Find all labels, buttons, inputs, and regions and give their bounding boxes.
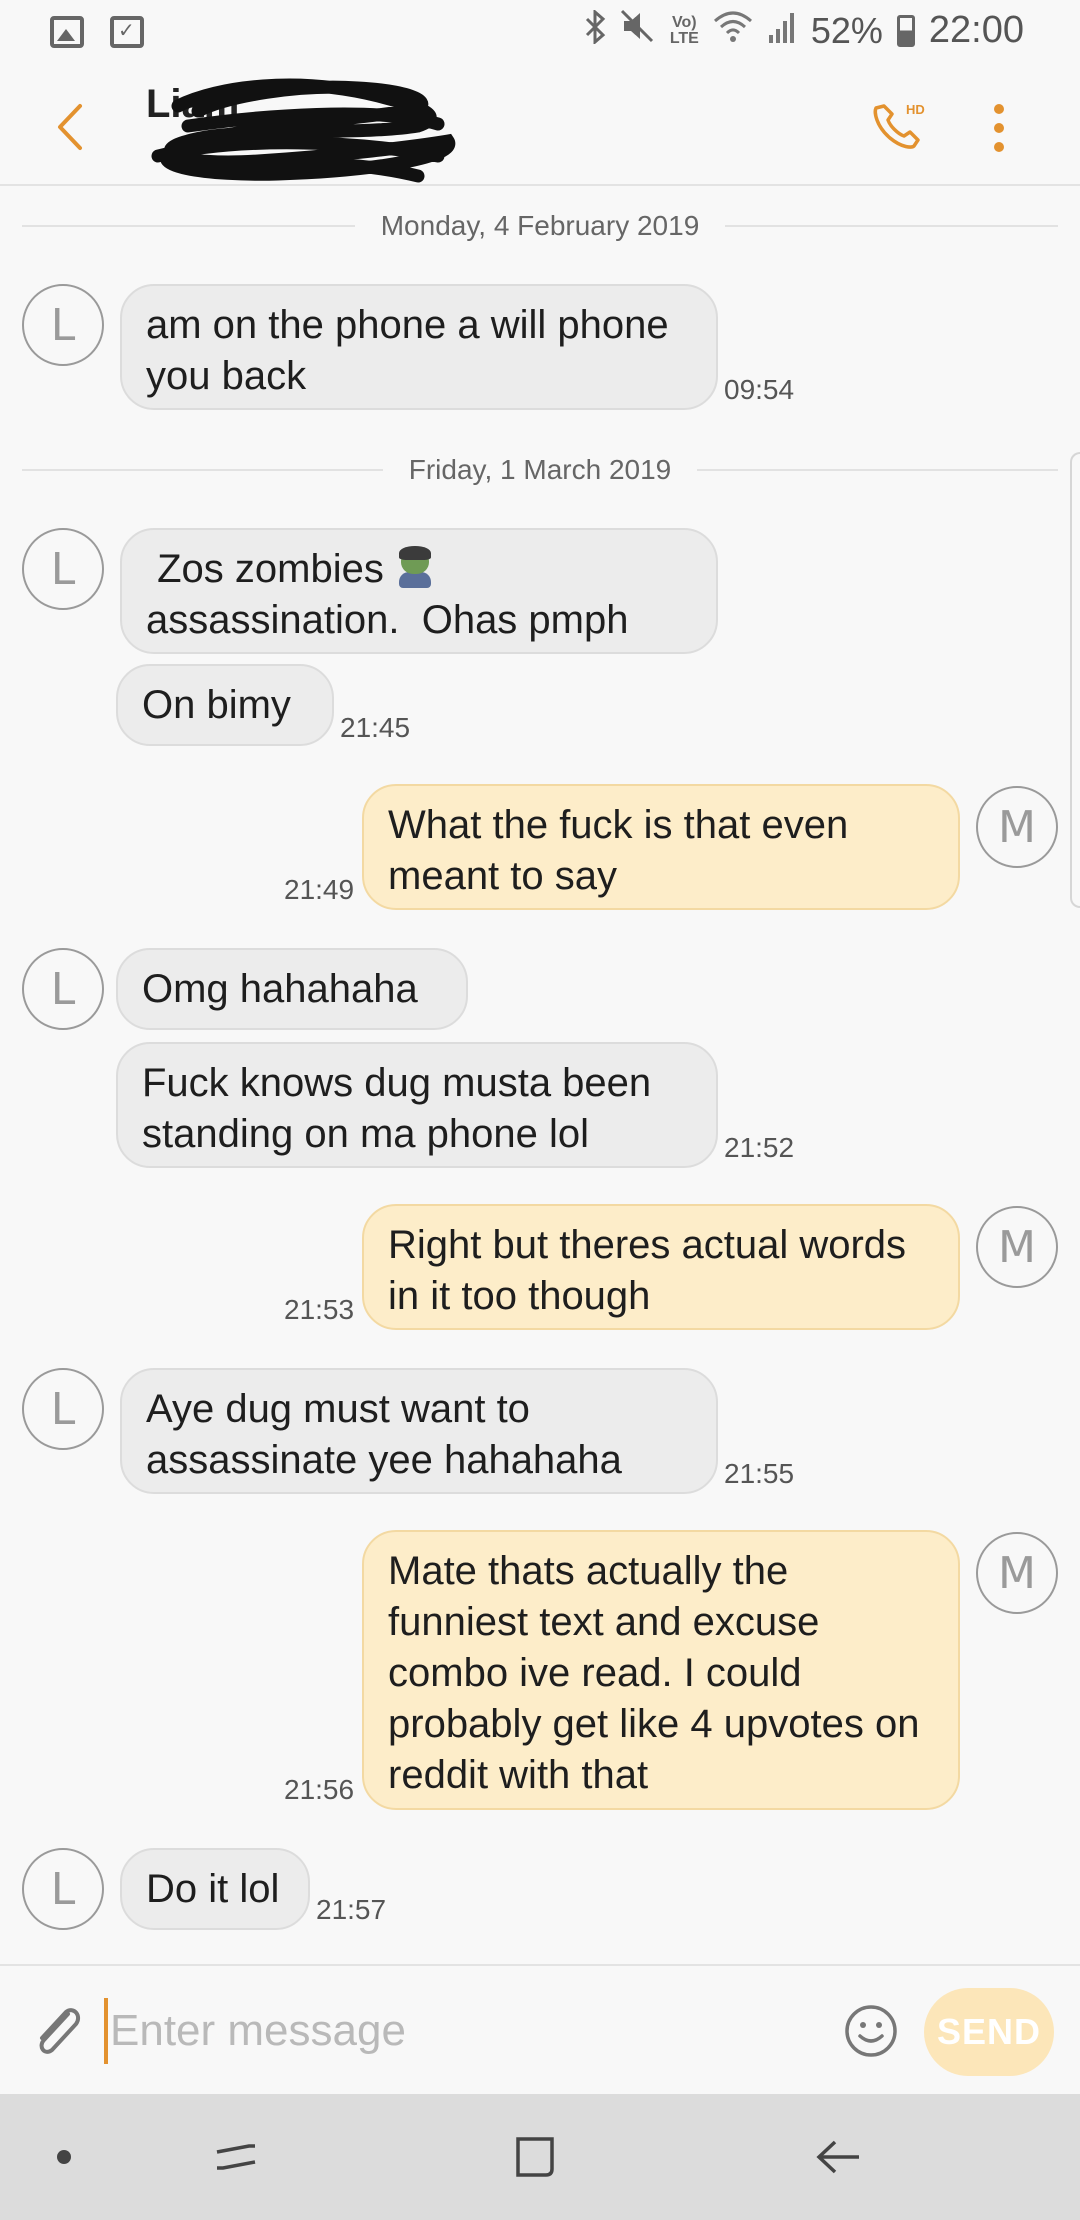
message-time: 21:55 [724, 1458, 795, 1489]
conversation-header: Liam HD [0, 66, 1080, 186]
message-bubble-outgoing[interactable]: Right but theres actual words in it too … [362, 1204, 960, 1330]
message-time: 21:56 [284, 1774, 355, 1805]
battery-icon [896, 14, 915, 47]
message-bubble-incoming[interactable]: Fuck knows dug musta been standing on ma… [116, 1042, 718, 1168]
message-text: Fuck knows dug musta been standing on ma… [142, 1061, 652, 1156]
divider-line [22, 225, 355, 227]
gallery-icon [50, 16, 84, 48]
avatar-m[interactable]: M [976, 1206, 1058, 1288]
back-icon [58, 104, 82, 150]
message-text: Aye dug must want to assassinate yee hah… [146, 1387, 622, 1482]
message-text-end: assassination. Ohas pmph [146, 598, 629, 642]
message-bubble-incoming[interactable]: On bimy [116, 664, 334, 746]
attach-button[interactable] [30, 2000, 86, 2062]
dot-icon [57, 2150, 71, 2164]
avatar-l[interactable]: L [22, 1368, 104, 1450]
avatar-l[interactable]: L [22, 1848, 104, 1930]
message-text: Omg hahahaha [142, 967, 418, 1011]
back-arrow-icon [816, 2140, 859, 2174]
date-divider: Friday, 1 March 2019 [22, 450, 1058, 490]
date-divider: Monday, 4 February 2019 [22, 206, 1058, 246]
message-bubble-incoming[interactable]: Aye dug must want to assassinate yee hah… [120, 1368, 718, 1494]
message-bubble-incoming[interactable]: Zos zombies assassination. Ohas pmph [120, 528, 718, 654]
divider-line [697, 469, 1058, 471]
checklist-icon [110, 16, 144, 48]
avatar-l[interactable]: L [22, 284, 104, 366]
recents-button[interactable] [206, 2124, 266, 2190]
bluetooth-icon [584, 8, 606, 52]
mute-icon [620, 8, 656, 53]
battery-percent: 52% [810, 9, 883, 51]
signal-icon [767, 8, 797, 53]
volte-icon: Vo) LTE [669, 13, 699, 47]
avatar-l[interactable]: L [22, 528, 104, 610]
message-text: What the fuck is that even meant to say [388, 803, 849, 898]
message-composer: SEND [0, 1964, 1080, 2094]
more-dot [994, 142, 1004, 152]
message-time: 21:45 [340, 712, 411, 743]
status-right-icons: Vo) LTE 52% 22:00 [584, 8, 1024, 53]
date-label: Monday, 4 February 2019 [380, 210, 700, 241]
message-time: 21:57 [316, 1894, 387, 1925]
volte-bottom-text: LTE [669, 29, 699, 47]
message-text: Do it lol [146, 1867, 280, 1911]
back-nav-button[interactable] [810, 2124, 866, 2190]
clock: 22:00 [928, 9, 1024, 51]
more-options-button[interactable] [984, 100, 1014, 156]
system-nav-bar [0, 2094, 1080, 2220]
scrollbar[interactable] [1070, 452, 1080, 908]
message-bubble-outgoing[interactable]: Mate thats actually the funniest text an… [362, 1530, 960, 1810]
message-time: 21:52 [724, 1132, 795, 1163]
messaging-screen: Vo) LTE 52% 22:00 Liam HD [0, 0, 1080, 2220]
emoji-icon [845, 2005, 897, 2057]
date-label: Friday, 1 March 2019 [408, 454, 672, 485]
zombie-emoji-icon [395, 546, 435, 588]
message-text: Right but theres actual words in it too … [388, 1223, 907, 1318]
message-time: 21:53 [284, 1294, 355, 1325]
message-text-start: Zos zombies [146, 547, 395, 591]
message-text: On bimy [142, 683, 291, 727]
emoji-button[interactable] [844, 2004, 898, 2058]
paperclip-icon [39, 2008, 81, 2054]
home-icon [516, 2137, 554, 2177]
avatar-l[interactable]: L [22, 948, 104, 1030]
nav-dot-button[interactable] [52, 2124, 76, 2190]
message-text: am on the phone a will phone you back [146, 303, 669, 398]
wifi-icon [713, 8, 753, 53]
phone-hd-icon: HD [873, 102, 925, 149]
divider-line [22, 469, 383, 471]
volte-top-text: Vo) [672, 13, 697, 31]
message-bubble-outgoing[interactable]: What the fuck is that even meant to say [362, 784, 960, 910]
avatar-m[interactable]: M [976, 1532, 1058, 1614]
hd-badge: HD [906, 102, 925, 117]
message-time: 09:54 [724, 374, 795, 405]
more-dot [994, 123, 1004, 133]
redaction-scribble [151, 78, 456, 183]
status-bar: Vo) LTE 52% 22:00 [0, 0, 1080, 66]
call-button[interactable]: HD [866, 96, 926, 156]
home-button[interactable] [508, 2124, 564, 2190]
message-bubble-incoming[interactable]: Do it lol [120, 1848, 310, 1930]
avatar-m[interactable]: M [976, 786, 1058, 868]
more-vert-icon [994, 104, 1004, 114]
back-button[interactable] [50, 100, 90, 154]
send-button[interactable]: SEND [924, 1988, 1054, 2076]
recents-icon [216, 2144, 256, 2170]
message-bubble-incoming[interactable]: Omg hahahaha [116, 948, 468, 1030]
message-bubble-incoming[interactable]: am on the phone a will phone you back [120, 284, 718, 410]
message-input[interactable] [104, 1998, 824, 2064]
status-left-icons [50, 16, 144, 48]
message-time: 21:49 [284, 874, 355, 905]
divider-line [725, 225, 1058, 227]
message-text: Mate thats actually the funniest text an… [388, 1549, 920, 1797]
